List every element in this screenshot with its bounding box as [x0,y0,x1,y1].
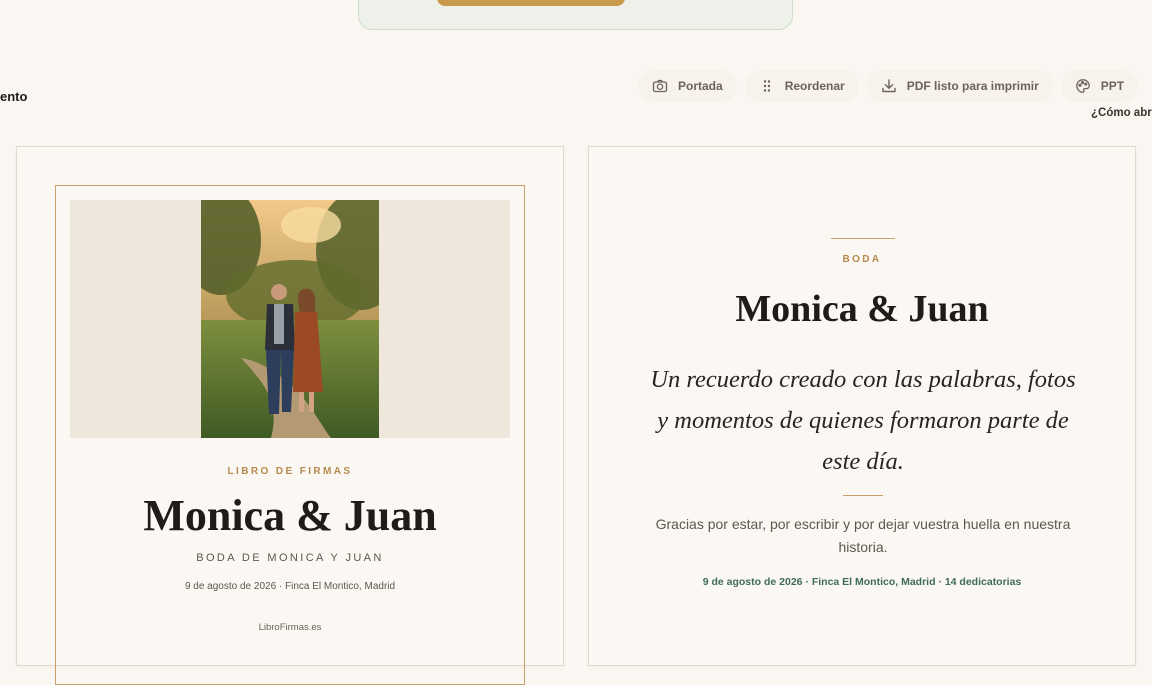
couple-photo [201,200,379,438]
help-link[interactable]: ¿Cómo abr [1091,107,1152,119]
download-icon [882,79,896,93]
palette-icon [1075,79,1090,93]
cover-site: LibroFirmas.es [258,622,322,633]
cover-overline: LIBRO DE FIRMAS [227,466,353,477]
cover-button[interactable]: Portada [638,70,737,102]
middle-divider [843,495,883,496]
cover-date-place: 9 de agosto de 2026 · Finca El Montico, … [184,581,396,592]
intro-title: Monica & Juan [735,288,989,330]
theme-button[interactable]: PPT [1060,70,1139,102]
cover-page[interactable]: LIBRO DE FIRMAS Monica & Juan BODA DE MO… [16,146,564,685]
reorder-button[interactable]: Reordenar [744,70,859,102]
reorder-button-label: Reordenar [784,79,845,93]
intro-overline: BODA [842,254,882,265]
cover-photo-area[interactable] [70,200,510,438]
cover-title: Monica & Juan [143,491,437,540]
cover-subtitle: BODA DE MONICA Y JUAN [196,552,384,564]
intro-meta: 9 de agosto de 2026 · Finca El Montico, … [702,576,1022,588]
drag-handle-icon [763,80,770,92]
cover-button-label: Portada [678,79,723,93]
top-divider [831,238,895,239]
camera-icon [652,79,668,93]
print-pdf-button-label: PDF listo para imprimir [906,79,1039,93]
intro-page[interactable]: BODA Monica & Juan Un recuerdo creado co… [588,146,1136,666]
section-label: ento [0,89,28,104]
print-pdf-button[interactable]: PDF listo para imprimir [866,70,1053,102]
intro-quote: Un recuerdo creado con las palabras, fot… [650,366,1076,475]
editor-toolbar: Portada Reordenar PDF listo para imprimi… [638,70,1152,102]
cover-frame: LIBRO DE FIRMAS Monica & Juan BODA DE MO… [55,185,525,685]
intro-thanks: Gracias por estar, por escribir y por de… [655,516,1071,555]
primary-action-button[interactable] [437,0,625,6]
top-banner [358,0,793,30]
theme-button-label: PPT [1100,79,1125,93]
